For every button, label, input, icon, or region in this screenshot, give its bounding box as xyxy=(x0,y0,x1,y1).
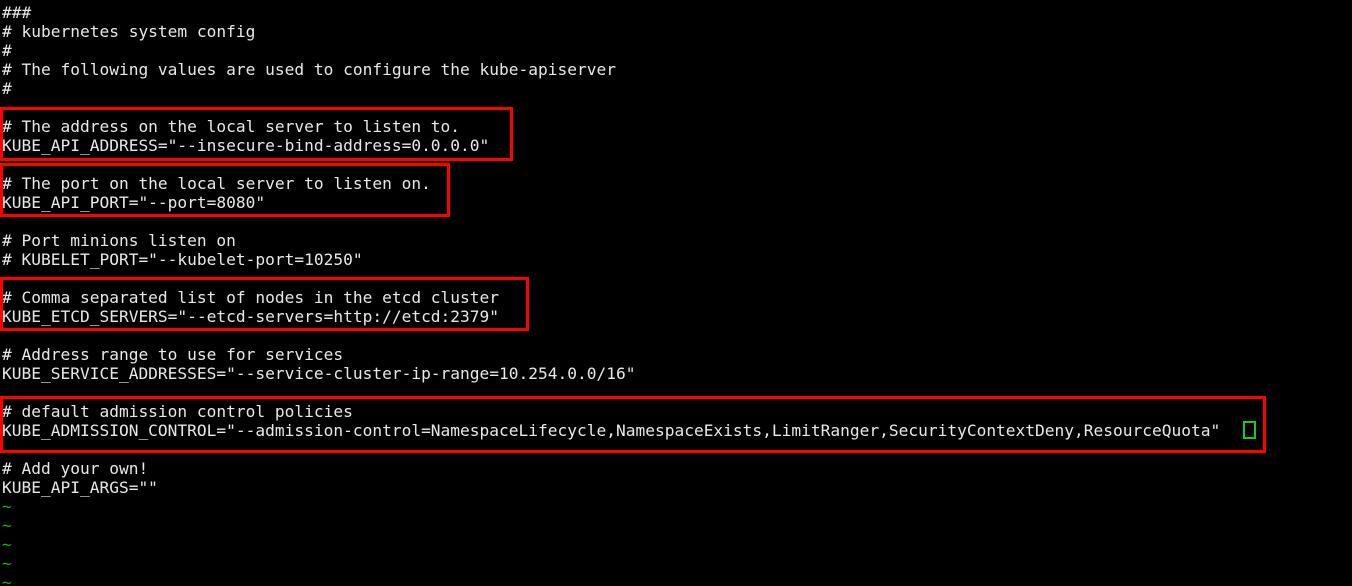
code-line: # The address on the local server to lis… xyxy=(2,117,461,136)
empty-line-marker: ~ xyxy=(2,535,12,554)
code-line: # KUBELET_PORT="--kubelet-port=10250" xyxy=(2,250,363,269)
empty-line-marker: ~ xyxy=(2,516,12,535)
code-line: # The following values are used to confi… xyxy=(2,60,616,79)
code-line: KUBE_SERVICE_ADDRESSES="--service-cluste… xyxy=(2,364,636,383)
code-line: # Address range to use for services xyxy=(2,345,344,364)
code-line: # xyxy=(2,41,12,60)
code-line: KUBE_API_PORT="--port=8080" xyxy=(2,193,266,212)
code-line: # Add your own! xyxy=(2,459,149,478)
code-line: # xyxy=(2,79,12,98)
file-content[interactable]: ### # kubernetes system config # # The foll… xyxy=(0,0,1352,586)
code-line: # kubernetes system config xyxy=(2,22,256,41)
code-line: KUBE_API_ADDRESS="--insecure-bind-addres… xyxy=(2,136,490,155)
block-cursor xyxy=(1243,421,1256,439)
empty-line-marker: ~ xyxy=(2,573,12,586)
empty-line-marker: ~ xyxy=(2,497,12,516)
code-line: # Comma separated list of nodes in the e… xyxy=(2,288,500,307)
code-line: # The port on the local server to listen… xyxy=(2,174,431,193)
code-line: # Port minions listen on xyxy=(2,231,236,250)
code-line: KUBE_API_ARGS="" xyxy=(2,478,158,497)
code-line: KUBE_ETCD_SERVERS="--etcd-servers=http:/… xyxy=(2,307,500,326)
code-line: KUBE_ADMISSION_CONTROL="--admission-cont… xyxy=(2,421,1221,440)
empty-line-marker: ~ xyxy=(2,554,12,573)
code-line: # default admission control policies xyxy=(2,402,353,421)
terminal-window[interactable]: ### # kubernetes system config # # The foll… xyxy=(0,0,1352,586)
code-line: ### xyxy=(2,3,32,22)
